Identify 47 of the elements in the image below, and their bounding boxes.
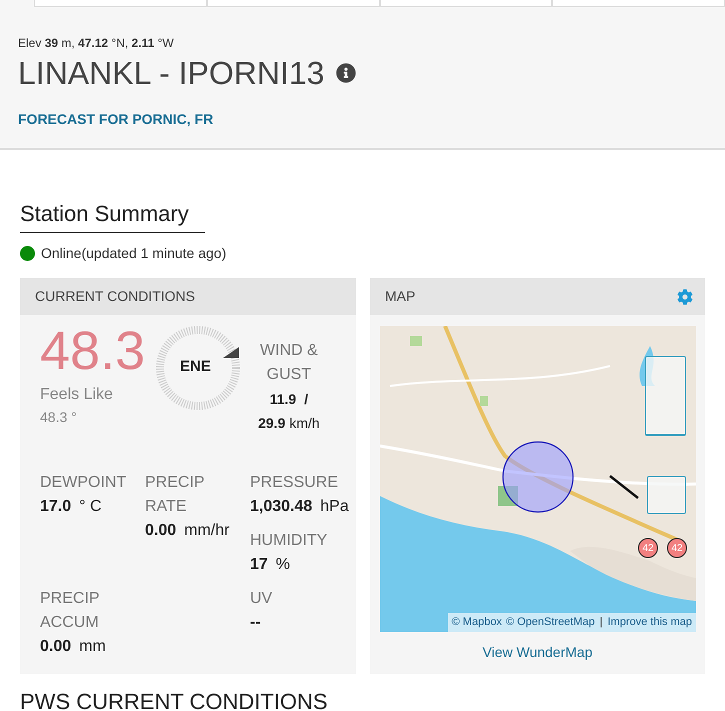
map-control[interactable] (647, 476, 686, 514)
settings-icon[interactable] (677, 288, 693, 304)
feels-like-value: 48.3 ° (40, 408, 78, 427)
temperature: 48.3 (40, 323, 146, 379)
metric-value: 0.00 (40, 637, 72, 657)
section-heading: Station Summary (20, 200, 205, 233)
tab[interactable] (206, 0, 380, 7)
feels-like-label: Feels Like (40, 385, 114, 405)
station-title: LINANKL - IPORNI13 (18, 54, 324, 93)
metric-value: -- (250, 613, 261, 633)
wind-separator: / (304, 390, 308, 409)
metric-value: 1,030.48 (250, 497, 312, 517)
tab[interactable] (552, 0, 725, 7)
card-title: MAP (385, 287, 416, 306)
metric-label: PRECIP RATE (145, 473, 206, 517)
metric-label: DEWPOINT (40, 473, 128, 493)
metric-label: PRECIP ACCUM (40, 589, 100, 633)
metric-label: UV (250, 589, 274, 609)
separator: | (598, 615, 604, 630)
metric-unit: hPa (320, 497, 349, 517)
metric-unit: mm/hr (184, 521, 230, 541)
status-text: Online(updated 1 minute ago) (41, 244, 226, 263)
wind-direction: ENE (180, 356, 211, 377)
tab[interactable] (380, 0, 552, 7)
wind-gust: 29.9 (258, 414, 286, 433)
wind-unit: km/h (289, 414, 320, 433)
tab[interactable] (34, 0, 207, 7)
metric-value: 17 (250, 555, 268, 575)
attribution-link[interactable]: © Mapbox (452, 613, 502, 632)
forecast-link[interactable]: FORECAST FOR PORNIC, FR (18, 109, 214, 130)
metric-label: HUMIDITY (250, 531, 328, 551)
wind-speed: 11.9 (270, 390, 296, 409)
attribution-link[interactable]: Improve this map (608, 613, 692, 632)
metric-unit: % (276, 555, 290, 575)
metric-value: 17.0 (40, 497, 72, 517)
zoom-control[interactable] (645, 356, 686, 436)
info-icon[interactable] (336, 63, 356, 83)
attribution-link[interactable]: © OpenStreetMap (506, 613, 595, 632)
wind-label: WIND & GUST (259, 341, 319, 385)
wundermap-link[interactable]: View WunderMap (482, 642, 592, 663)
location-line: Elev 39 m, 47.12 °N, 2.11 °W (18, 35, 175, 51)
metric-unit: ° C (79, 497, 102, 517)
card-title: CURRENT CONDITIONS (35, 287, 195, 306)
metric-label: PRESSURE (250, 473, 340, 493)
metric-unit: mm (79, 637, 106, 657)
section-heading: PWS CURRENT CONDITIONS (20, 688, 329, 711)
metric-value: 0.00 (145, 521, 176, 541)
